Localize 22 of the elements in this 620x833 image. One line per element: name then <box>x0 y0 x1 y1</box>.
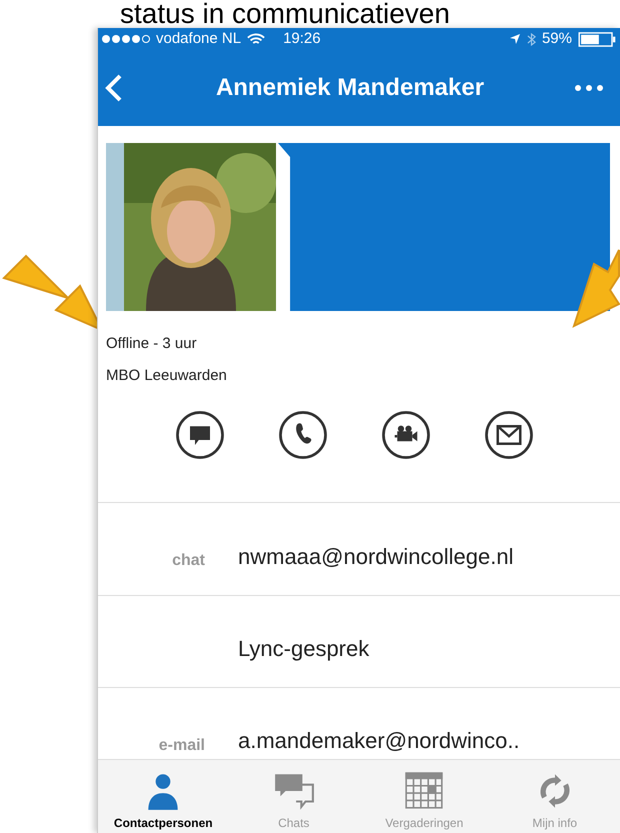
location-icon <box>508 33 521 45</box>
field-value[interactable]: Lync-gesprek <box>238 632 370 665</box>
organisation: MBO Leeuwarden <box>106 366 228 386</box>
envelope-icon[interactable] <box>484 410 534 460</box>
wifi-icon <box>247 32 266 46</box>
field-value[interactable]: nwmaaa@nordwincollege.nl <box>238 540 514 572</box>
speech-bubble-icon[interactable] <box>175 410 225 460</box>
tab[interactable]: Contactpersonen <box>98 760 228 833</box>
field-label: e-mail <box>158 736 205 754</box>
battery-icon <box>578 32 616 46</box>
video-camera-icon[interactable] <box>381 410 431 460</box>
signal-icon <box>102 35 150 43</box>
battery-percentage: 59% <box>542 28 572 49</box>
presence-status: Offline - 3 uur <box>106 334 198 354</box>
phone-icon[interactable] <box>278 410 328 460</box>
field-value[interactable]: a.mandemaker@nordwinco.. <box>238 724 520 757</box>
clock: 19:26 <box>283 28 321 49</box>
slide-heading: status in communicatieven <box>119 0 451 28</box>
carrier-name: vodafone NL <box>156 28 242 49</box>
bluetooth-icon <box>526 32 536 46</box>
contact-name-title: Annemiek Mandemaker <box>214 73 486 103</box>
field-label: chat <box>172 552 205 569</box>
